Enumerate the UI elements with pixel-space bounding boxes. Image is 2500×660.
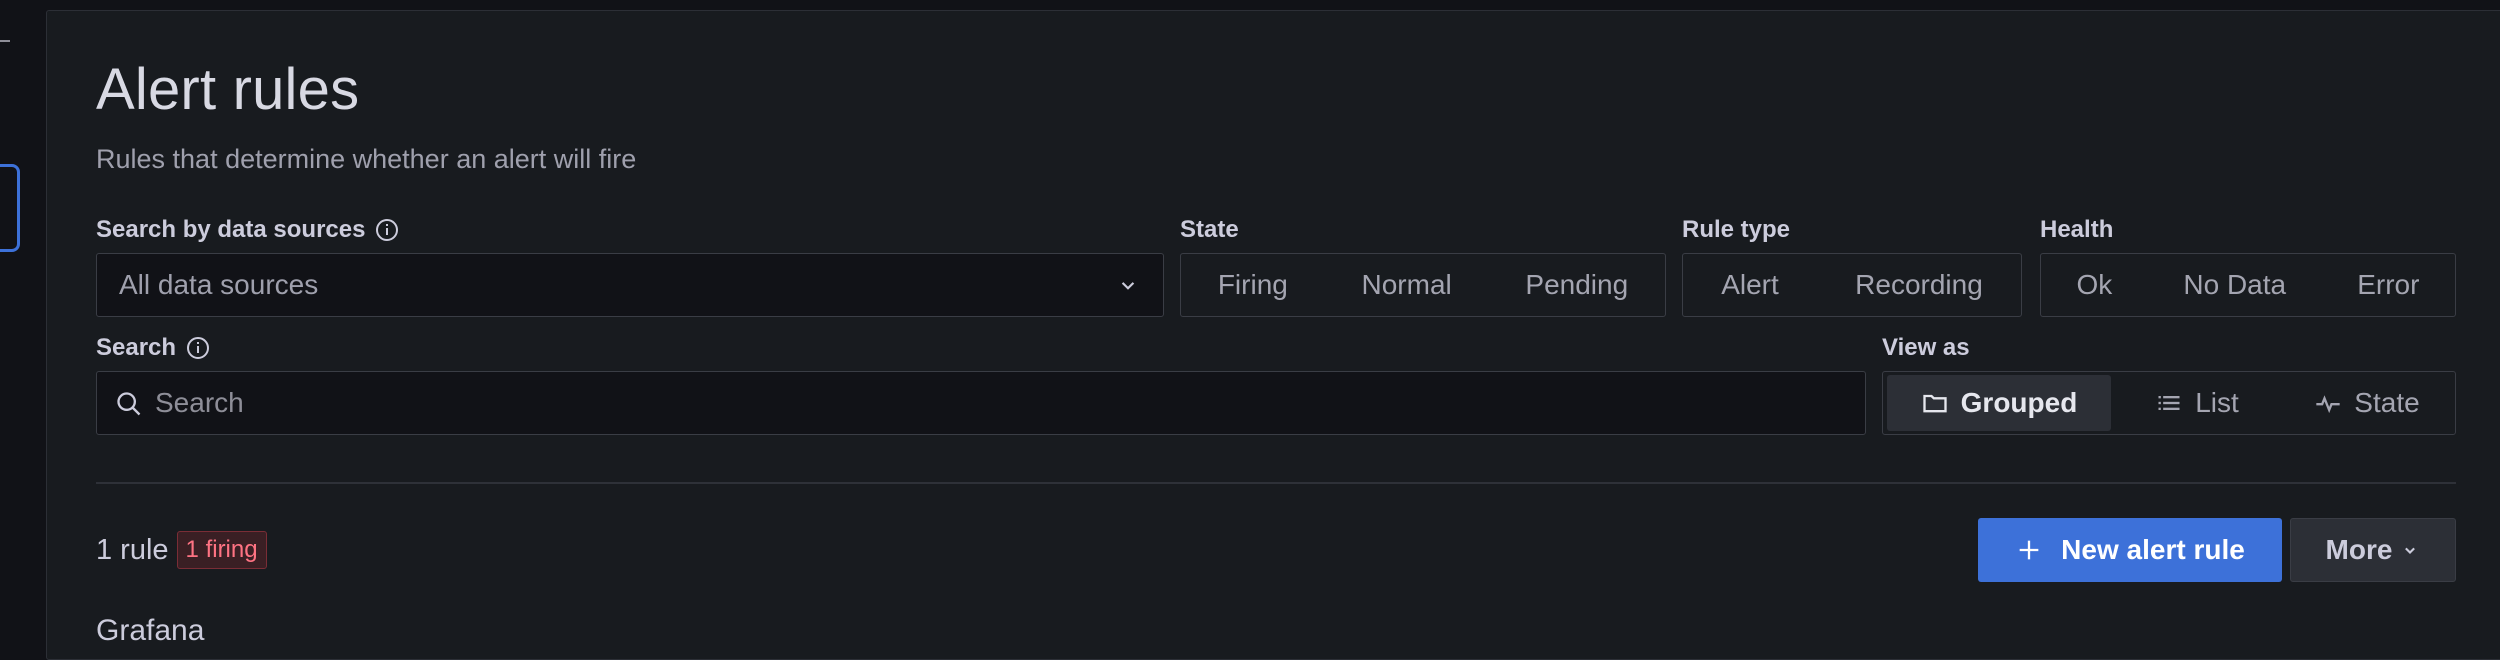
page-subtitle: Rules that determine whether an alert wi… [96, 144, 637, 174]
firing-badge: 1 firing [176, 531, 267, 569]
view-option-list-label: List [2195, 387, 2239, 418]
search-label: Search [96, 334, 210, 362]
info-icon[interactable] [186, 336, 210, 360]
health-option-error[interactable]: Error [2337, 257, 2439, 313]
rail-menu-icon[interactable] [0, 40, 10, 42]
view-as-label: View as [1882, 334, 1970, 361]
datasource-label: Search by data sources [96, 216, 399, 244]
view-option-grouped[interactable]: Grouped [1887, 375, 2111, 431]
view-option-state[interactable]: State [2283, 375, 2451, 431]
datasource-label-text: Search by data sources [96, 216, 366, 243]
search-placeholder: Search [155, 387, 244, 418]
search-icon [117, 392, 141, 416]
datasource-select-value: All data sources [119, 269, 319, 300]
plus-icon [2019, 540, 2039, 560]
heartbeat-icon [2316, 395, 2340, 414]
view-option-state-label: State [2354, 387, 2420, 418]
health-option-no-data[interactable]: No Data [2163, 257, 2306, 313]
state-option-pending[interactable]: Pending [1505, 257, 1648, 313]
health-label: Health [2040, 216, 2114, 243]
state-option-firing[interactable]: Firing [1198, 257, 1308, 313]
state-filter: Firing Normal Pending [1180, 253, 1666, 317]
rail-active-indicator[interactable] [0, 164, 20, 252]
left-rail [0, 0, 46, 648]
list-icon [2158, 396, 2180, 410]
folder-icon [1922, 394, 1947, 413]
rule-summary: 1 rule 1 firing [96, 531, 267, 569]
new-alert-rule-label: New alert rule [2061, 534, 2245, 565]
more-label: More [2325, 534, 2393, 565]
rule-type-option-alert[interactable]: Alert [1701, 257, 1799, 313]
group-title: Grafana [96, 614, 205, 647]
info-icon[interactable] [375, 218, 399, 242]
datasource-select[interactable]: All data sources [96, 253, 1164, 317]
new-alert-rule-button[interactable]: New alert rule [1978, 518, 2282, 582]
view-as-toggle: Grouped List State [1882, 371, 2456, 435]
state-label: State [1180, 216, 1239, 243]
chevron-down-icon [2405, 547, 2416, 554]
page-title: Alert rules [96, 57, 360, 122]
rule-type-option-recording[interactable]: Recording [1835, 257, 2003, 313]
search-input[interactable]: Search [96, 371, 1866, 435]
more-button[interactable]: More [2290, 518, 2456, 582]
chevron-down-icon [1121, 282, 1135, 290]
section-divider [96, 482, 2456, 484]
search-label-text: Search [96, 334, 177, 361]
health-option-ok[interactable]: Ok [2057, 257, 2133, 313]
view-option-list[interactable]: List [2117, 375, 2277, 431]
rule-type-label: Rule type [1682, 216, 1791, 243]
rule-count: 1 rule [96, 533, 169, 566]
view-option-grouped-label: Grouped [1960, 387, 2078, 418]
rule-type-filter: Alert Recording [1682, 253, 2022, 317]
health-filter: Ok No Data Error [2040, 253, 2456, 317]
state-option-normal[interactable]: Normal [1342, 257, 1472, 313]
